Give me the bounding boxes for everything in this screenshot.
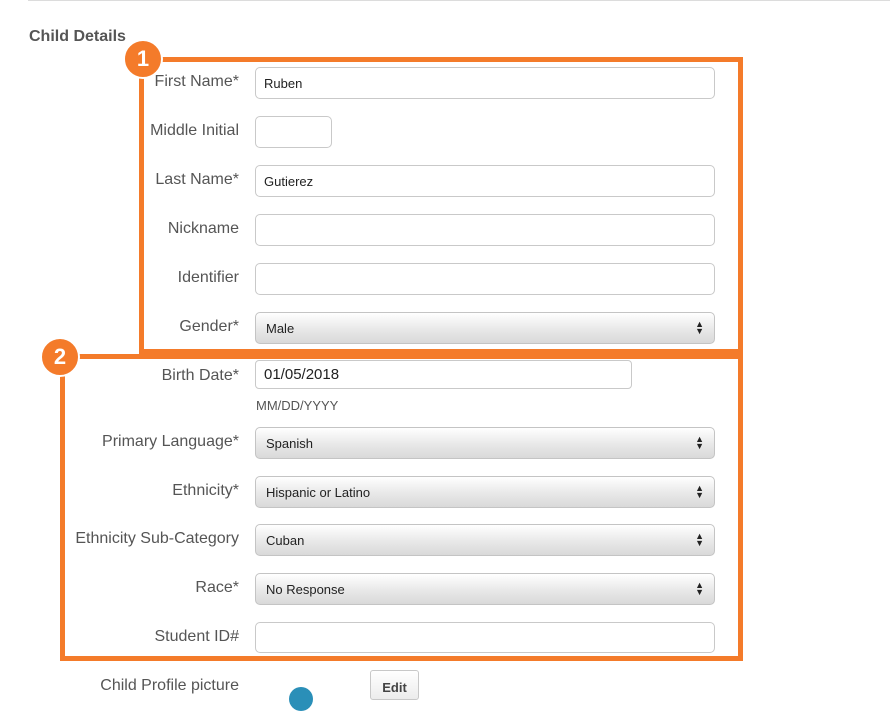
last-name-input[interactable]: Gutierez	[255, 165, 715, 197]
identifier-label: Identifier	[177, 269, 239, 286]
profile-picture-label: Child Profile picture	[100, 677, 239, 694]
select-arrows-icon: ▲ ▼	[695, 434, 704, 451]
first-name-input[interactable]: Ruben	[255, 67, 715, 99]
race-selected-value: No Response	[266, 581, 345, 597]
top-divider	[28, 0, 890, 1]
nickname-input[interactable]	[255, 214, 715, 246]
first-name-label: First Name*	[154, 73, 239, 90]
badge-2: 2	[40, 337, 80, 377]
race-label: Race*	[195, 579, 239, 596]
ethnicity-label: Ethnicity*	[172, 482, 239, 499]
select-arrows-icon: ▲ ▼	[695, 319, 704, 336]
primary-language-label: Primary Language*	[102, 433, 239, 450]
section-title: Child Details	[29, 28, 126, 45]
edit-profile-picture-button[interactable]: Edit	[370, 670, 419, 700]
avatar	[289, 687, 313, 711]
student-id-input[interactable]	[255, 622, 715, 653]
student-id-label: Student ID#	[154, 628, 240, 645]
gender-select[interactable]: Male ▲ ▼	[255, 312, 715, 344]
select-arrows-icon: ▲ ▼	[695, 531, 704, 548]
last-name-label: Last Name*	[155, 171, 239, 188]
middle-initial-input[interactable]	[255, 116, 332, 148]
ethnicity-select[interactable]: Hispanic or Latino ▲ ▼	[255, 476, 715, 508]
race-select[interactable]: No Response ▲ ▼	[255, 573, 715, 605]
ethnicity-selected-value: Hispanic or Latino	[266, 484, 371, 500]
highlight-box-1	[139, 57, 743, 354]
middle-initial-label: Middle Initial	[150, 122, 239, 139]
ethnicity-sub-category-label: Ethnicity Sub-Category	[75, 530, 239, 547]
select-arrows-icon: ▲ ▼	[695, 483, 704, 500]
birth-date-input[interactable]: 01/05/2018	[255, 360, 632, 389]
ethnicity-sub-category-selected-value: Cuban	[266, 532, 305, 548]
identifier-input[interactable]	[255, 263, 715, 295]
birth-date-format-hint: MM/DD/YYYY	[256, 398, 339, 413]
gender-selected-value: Male	[266, 320, 295, 336]
birth-date-label: Birth Date*	[161, 367, 239, 384]
primary-language-select[interactable]: Spanish ▲ ▼	[255, 427, 715, 459]
primary-language-selected-value: Spanish	[266, 435, 313, 451]
gender-label: Gender*	[179, 318, 239, 335]
select-arrows-icon: ▲ ▼	[695, 580, 704, 597]
nickname-label: Nickname	[167, 220, 239, 237]
ethnicity-sub-category-select[interactable]: Cuban ▲ ▼	[255, 524, 715, 556]
